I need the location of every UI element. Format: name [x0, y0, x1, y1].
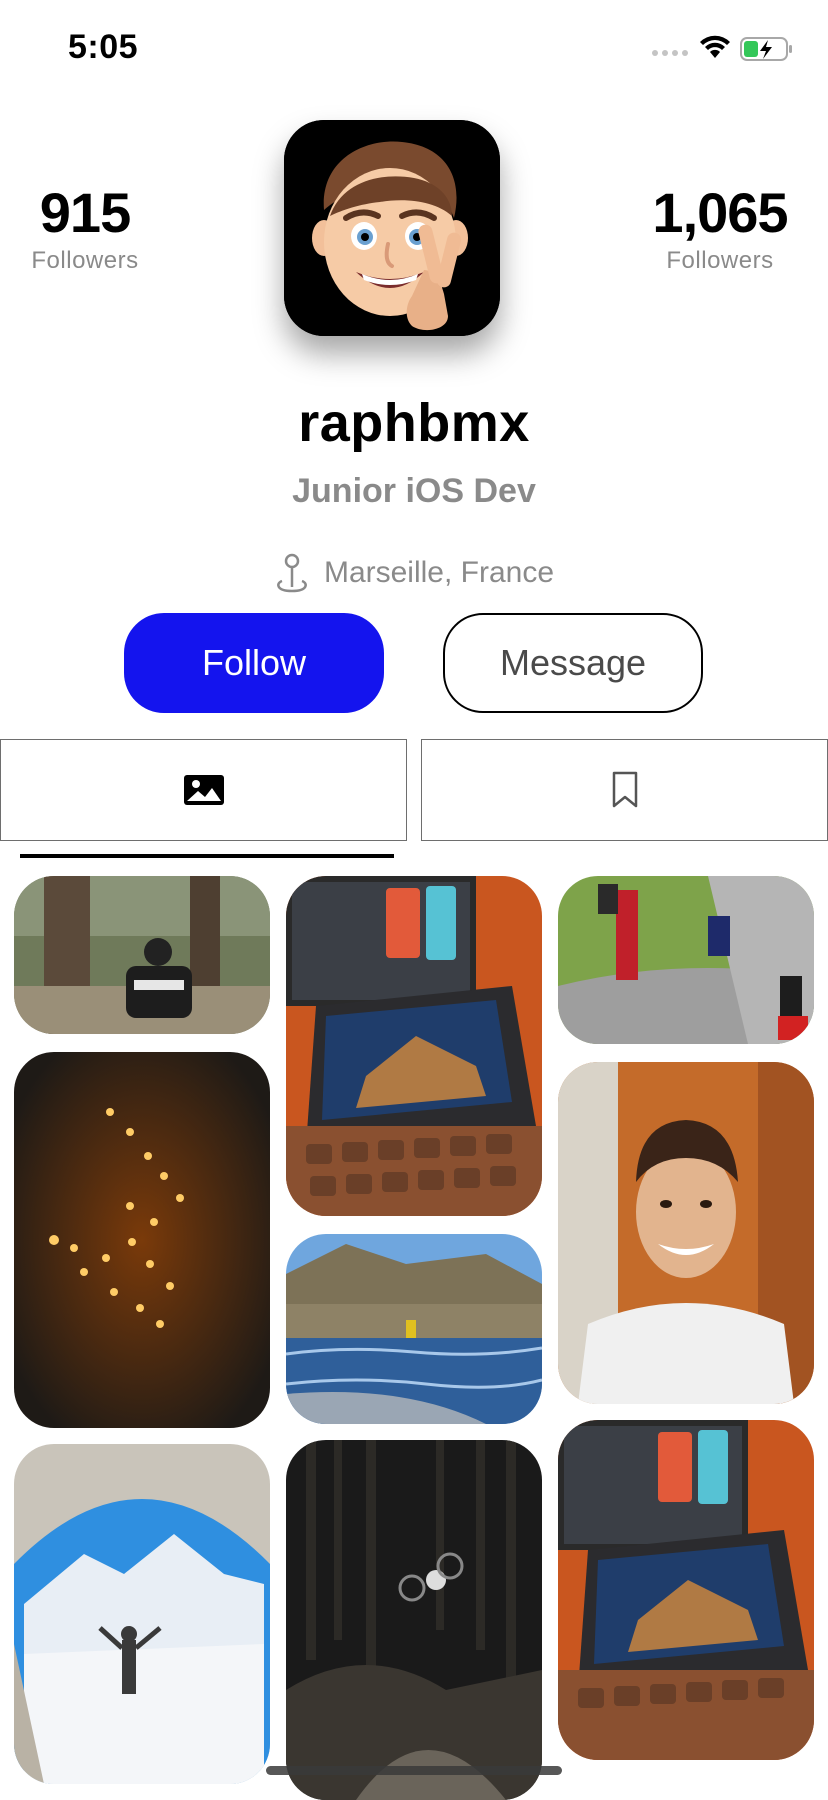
followers-count: 915: [39, 181, 131, 244]
photo-icon: [183, 775, 224, 805]
bookmark-icon: [612, 771, 637, 808]
tab-saved[interactable]: [421, 739, 828, 841]
grid-photo[interactable]: [558, 1420, 814, 1760]
grid-photo[interactable]: [558, 876, 814, 1044]
job-title: Junior iOS Dev: [292, 472, 536, 510]
followers-count: 1,065: [652, 181, 788, 244]
username: raphbmx: [298, 393, 530, 453]
followers-label: Followers: [666, 247, 774, 274]
followers-stat-right[interactable]: 1,065 Followers: [630, 185, 810, 275]
map-pin-icon: [277, 553, 307, 593]
grid-photo[interactable]: [286, 876, 542, 1216]
location: Marseille, France: [0, 553, 828, 593]
avatar[interactable]: [284, 120, 500, 336]
followers-stat-left[interactable]: 915 Followers: [0, 185, 170, 275]
location-label: Marseille, France: [323, 556, 555, 589]
home-indicator[interactable]: [266, 1766, 562, 1775]
grid-photo[interactable]: [14, 1052, 270, 1428]
cellular-signal-icon: [652, 50, 688, 56]
follow-button[interactable]: Follow: [124, 613, 384, 713]
grid-photo[interactable]: [286, 1234, 542, 1424]
grid-photo[interactable]: [558, 1062, 814, 1404]
grid-photo[interactable]: [286, 1440, 542, 1800]
battery-icon: [740, 36, 794, 67]
wifi-icon: [698, 34, 732, 65]
selected-tab-indicator: [20, 854, 394, 858]
status-time: 5:05: [68, 28, 139, 66]
tab-photos[interactable]: [0, 739, 407, 841]
grid-photo[interactable]: [14, 1444, 270, 1784]
message-button[interactable]: Message: [443, 613, 703, 713]
followers-label: Followers: [31, 247, 139, 274]
grid-photo[interactable]: [14, 876, 270, 1034]
